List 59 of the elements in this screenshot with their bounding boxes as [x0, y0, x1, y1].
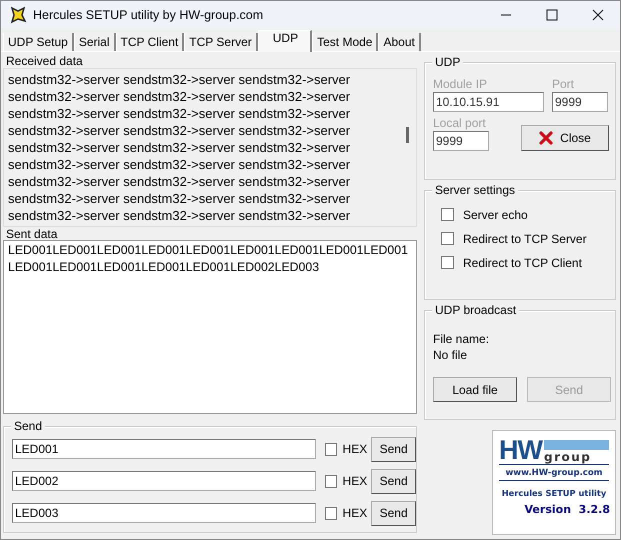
logo-brand: HW: [499, 437, 542, 464]
tab[interactable]: UDP: [258, 30, 312, 52]
checkbox[interactable]: [441, 208, 454, 221]
checkbox-label: Server echo: [463, 208, 528, 222]
logo-group-text: group: [544, 450, 592, 464]
logo-url: www.HW-group.com: [499, 468, 609, 481]
sent-label: Sent data: [5, 227, 58, 240]
tab[interactable]: TCP Client: [116, 33, 184, 51]
local-port-label: Local port: [433, 116, 487, 131]
received-line: sendstm32->server sendstm32->server sendstm32->server: [8, 122, 352, 139]
send-input-field[interactable]: LED002: [12, 471, 316, 491]
send-input-field[interactable]: LED001: [12, 439, 316, 459]
received-line: sendstm32->server sendstm32->server sendstm32->server: [8, 173, 352, 190]
tab[interactable]: UDP Setup: [3, 33, 74, 51]
received-line: sendstm32->server sendstm32->server sendstm32->server: [8, 190, 352, 207]
received-line: sendstm32->server sendstm32->server sendstm32->server: [8, 105, 352, 122]
group-title: Server settings: [432, 183, 518, 197]
app-icon: [9, 6, 27, 24]
received-line: sendstm32->server sendstm32->server sendstm32->server: [8, 139, 352, 156]
received-line: sendstm32->server sendstm32->server sendstm32->server: [8, 156, 352, 173]
send-button[interactable]: Send: [371, 468, 416, 494]
file-name-label: File name:: [433, 331, 490, 347]
received-line: sendstm32->server sendstm32->server sendstm32->server: [8, 88, 352, 105]
send-button[interactable]: Send: [371, 436, 416, 462]
version-text: Version 3.2.8: [524, 503, 610, 516]
hex-checkbox[interactable]: [325, 506, 337, 520]
cross-icon: [539, 131, 554, 145]
group-title: Send: [11, 419, 46, 433]
send-button[interactable]: Send: [371, 500, 416, 526]
load-file-button[interactable]: Load file: [433, 377, 517, 402]
logo-bar: [544, 440, 609, 450]
checkbox[interactable]: [441, 232, 454, 245]
file-name-value: No file: [433, 347, 468, 363]
group-title: UDP: [432, 55, 464, 69]
tab[interactable]: About: [378, 33, 421, 51]
hex-checkbox[interactable]: [325, 474, 337, 488]
checkbox-label: Redirect to TCP Server: [463, 232, 587, 246]
close-icon[interactable]: [592, 9, 604, 21]
module-ip-label: Module IP: [433, 77, 488, 92]
received-line: sendstm32->server sendstm32->server sendstm32->server: [8, 71, 352, 88]
tab[interactable]: Test Mode: [312, 33, 378, 51]
checkbox-label: Redirect to TCP Client: [463, 256, 582, 270]
sent-line: LED001LED001LED001LED001LED001LED002LED003: [8, 259, 320, 276]
window-title: Hercules SETUP utility by HW-group.com: [33, 8, 264, 22]
port-label: Port: [552, 77, 576, 92]
hex-checkbox[interactable]: [325, 442, 337, 456]
group-title: UDP broadcast: [432, 303, 520, 317]
checkbox[interactable]: [441, 256, 454, 269]
send-input-field[interactable]: LED003: [12, 503, 316, 523]
received-label: Received data: [5, 54, 84, 67]
received-line: sendstm32->server sendstm32->server sendstm32->server: [8, 207, 352, 224]
tab[interactable]: Serial: [74, 33, 116, 51]
maximize-icon[interactable]: [546, 9, 558, 21]
hex-label: HEX: [342, 506, 368, 520]
hex-label: HEX: [342, 442, 368, 456]
sent-line: LED001LED001LED001LED001LED001LED001LED001LED001LED001: [8, 242, 409, 259]
close-button[interactable]: Close: [521, 125, 609, 151]
logo-product: Hercules SETUP utility: [502, 488, 606, 498]
hex-label: HEX: [342, 474, 368, 488]
